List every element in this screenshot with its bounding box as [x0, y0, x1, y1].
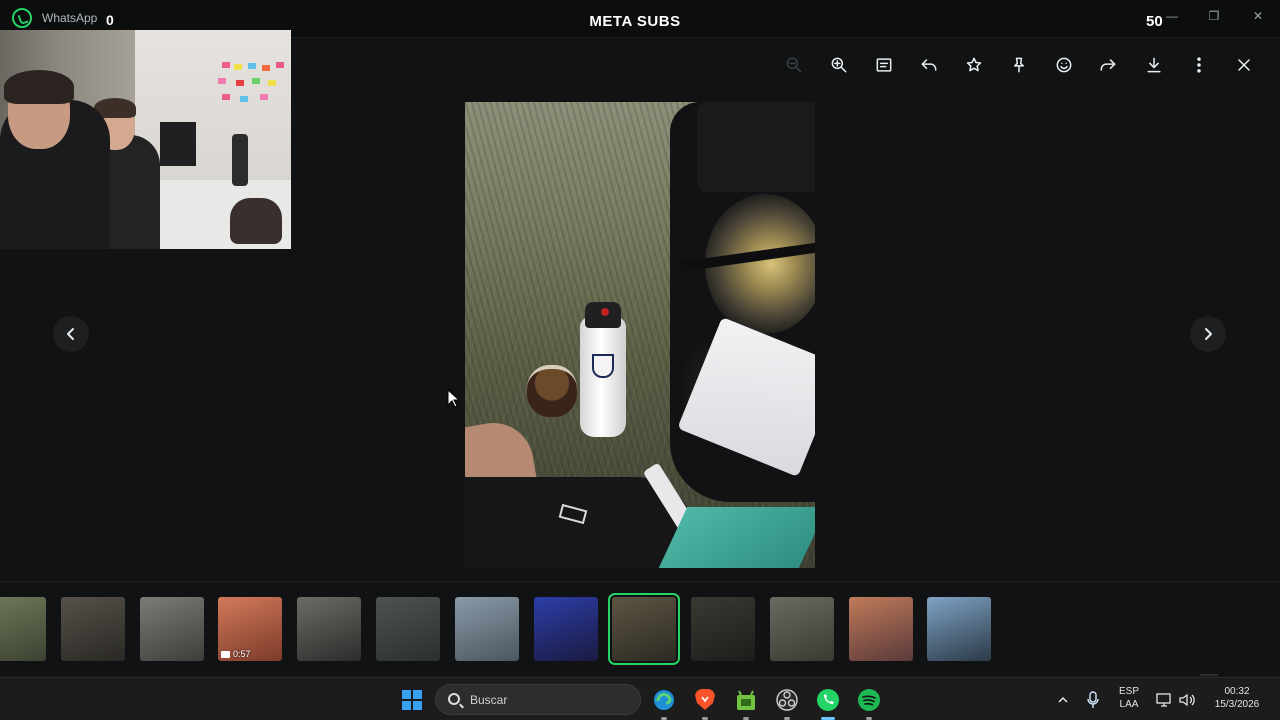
language-indicator[interactable]: ESP LAA — [1115, 685, 1143, 711]
obs-studio-icon[interactable] — [774, 687, 800, 713]
webcam-overlay — [0, 30, 291, 249]
forward-icon[interactable] — [1097, 54, 1119, 76]
clock-date: 15/3/2026 — [1214, 699, 1260, 710]
mouse-cursor-icon — [447, 389, 461, 408]
stream-overlay-title: META SUBS — [589, 13, 681, 30]
emoji-icon[interactable] — [1053, 54, 1075, 76]
media-thumbnail[interactable] — [376, 597, 440, 661]
taskbar-search-input[interactable]: Buscar — [435, 684, 641, 715]
more-icon[interactable] — [1188, 54, 1210, 76]
message-icon[interactable] — [873, 54, 895, 76]
android-studio-icon[interactable] — [733, 687, 759, 713]
chevron-left-icon — [67, 328, 74, 340]
media-thumbnail[interactable] — [455, 597, 519, 661]
stream-counter-right: 50 — [1146, 13, 1163, 30]
edge-browser-icon[interactable] — [651, 687, 677, 713]
media-thumbnail[interactable] — [140, 597, 204, 661]
reply-icon[interactable] — [918, 54, 940, 76]
clock[interactable]: 00:32 15/3/2026 — [1204, 685, 1270, 711]
language-code: ESP — [1118, 686, 1139, 697]
whatsapp-taskbar-icon[interactable] — [815, 687, 841, 713]
media-thumbnail-strip[interactable]: 0:57 — [0, 581, 1280, 671]
close-icon[interactable] — [1233, 54, 1255, 76]
start-windows-icon[interactable] — [399, 687, 425, 713]
video-camera-icon — [221, 650, 230, 658]
volume-icon[interactable] — [1174, 687, 1200, 713]
media-thumbnail[interactable] — [849, 597, 913, 661]
media-thumbnail[interactable] — [534, 597, 598, 661]
window-close-button[interactable]: ✕ — [1248, 6, 1268, 26]
zoom-in-icon[interactable] — [828, 54, 850, 76]
zoom-out-icon[interactable] — [783, 54, 805, 76]
main-media-image[interactable] — [465, 102, 815, 568]
media-thumbnail[interactable]: 0:57 — [218, 597, 282, 661]
chevron-up-icon[interactable] — [1050, 687, 1076, 713]
search-icon — [448, 693, 460, 705]
brave-browser-icon[interactable] — [692, 687, 718, 713]
whatsapp-media-viewer: WhatsApp 0 META SUBS 50 — ❐ ✕ 0:57 Busca… — [0, 0, 1280, 720]
media-thumbnail[interactable] — [770, 597, 834, 661]
next-media-button[interactable] — [1190, 316, 1226, 352]
chevron-right-icon — [1205, 328, 1212, 340]
search-placeholder: Buscar — [470, 693, 508, 707]
download-icon[interactable] — [1143, 54, 1165, 76]
media-thumbnail[interactable] — [927, 597, 991, 661]
pin-icon[interactable] — [1008, 54, 1030, 76]
star-icon[interactable] — [963, 54, 985, 76]
video-duration-text: 0:57 — [233, 649, 251, 659]
keyboard-layout: LAA — [1119, 699, 1139, 710]
media-thumbnail[interactable] — [0, 597, 46, 661]
previous-media-button[interactable] — [53, 316, 89, 352]
media-thumbnail[interactable] — [297, 597, 361, 661]
windows-taskbar: Buscar ESP LAA 00:32 15/3/2026 — [0, 677, 1280, 720]
thumbnail-scrollbar[interactable] — [1200, 674, 1218, 676]
media-thumbnail[interactable] — [691, 597, 755, 661]
spotify-icon[interactable] — [856, 687, 882, 713]
media-thumbnail[interactable] — [61, 597, 125, 661]
minimize-button[interactable]: — — [1162, 6, 1182, 26]
clock-time: 00:32 — [1224, 686, 1250, 697]
media-thumbnail-selected[interactable] — [608, 593, 680, 665]
restore-button[interactable]: ❐ — [1204, 6, 1224, 26]
microphone-icon[interactable] — [1080, 687, 1106, 713]
video-duration: 0:57 — [221, 649, 251, 659]
